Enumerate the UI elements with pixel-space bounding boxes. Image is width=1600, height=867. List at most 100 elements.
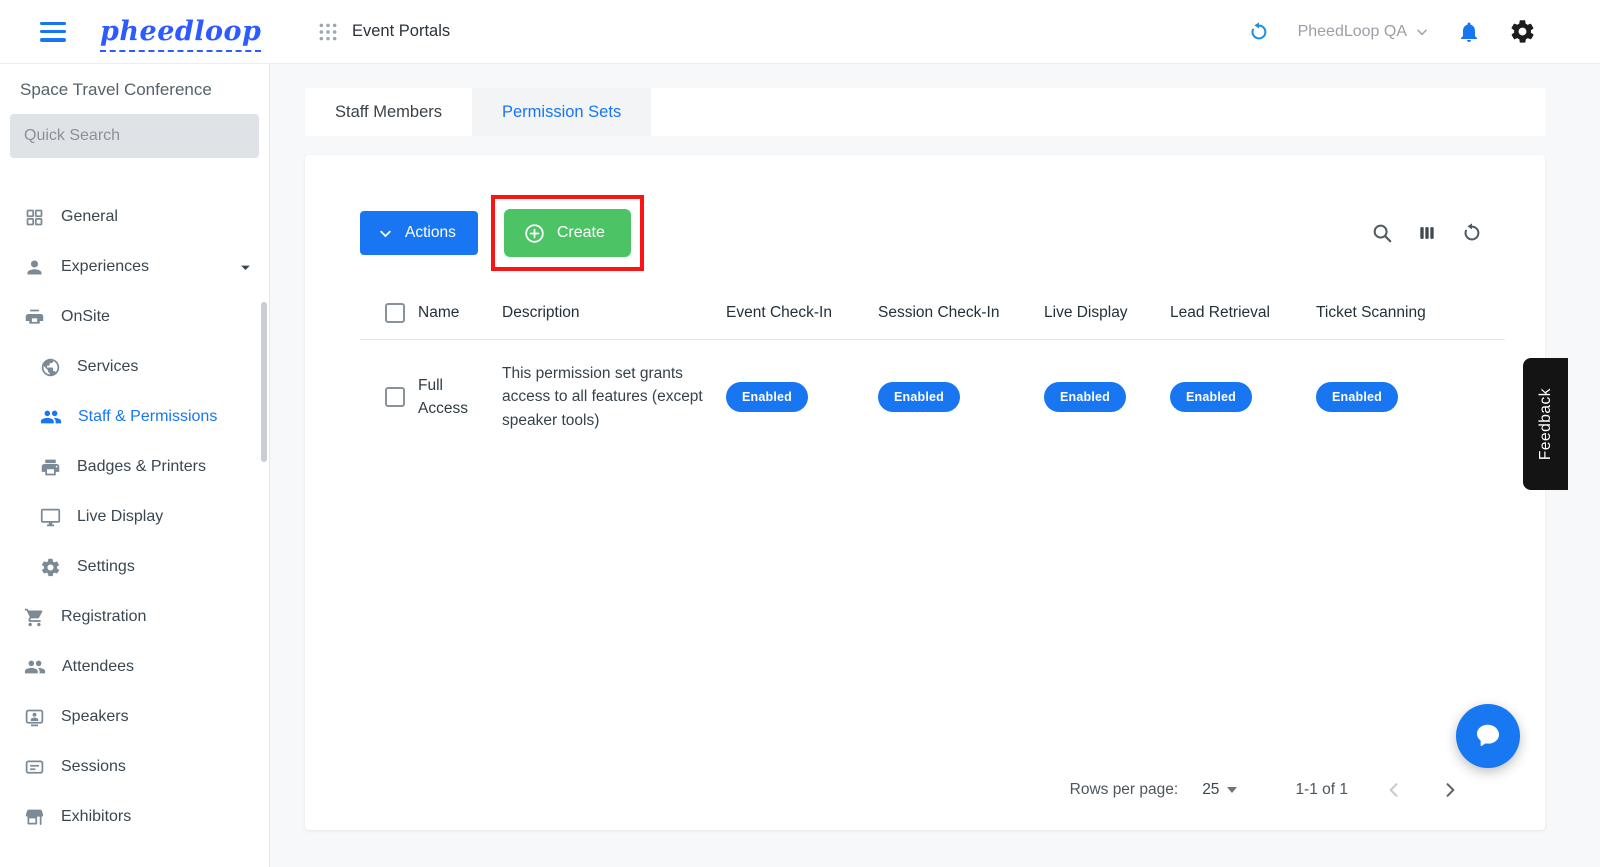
sidebar-item-services[interactable]: Services (0, 342, 269, 392)
sidebar-item-experiences[interactable]: Experiences (0, 242, 269, 292)
column-header-description: Description (502, 304, 580, 321)
feedback-tab[interactable]: Feedback (1523, 358, 1568, 490)
topbar-left: pheedloop (0, 16, 270, 52)
sidebar-item-label: Registration (61, 608, 147, 625)
column-header-ticket-scanning: Ticket Scanning (1316, 304, 1426, 321)
dropdown-caret-icon (1227, 787, 1238, 793)
plus-circle-icon (525, 223, 544, 243)
sidebar-item-label: Staff & Permissions (78, 408, 218, 425)
status-badge-ticket-scanning: Enabled (1316, 381, 1399, 412)
people-icon (24, 660, 46, 674)
sidebar-item-sessions[interactable]: Sessions (0, 742, 269, 792)
chevron-down-icon (1417, 29, 1427, 35)
settings-gear-icon[interactable] (1509, 18, 1536, 45)
printer-icon (41, 459, 60, 475)
sidebar-menu: General Experiences OnSite Services Staf… (0, 192, 269, 842)
toolbar: Actions Create (360, 195, 1483, 271)
chat-launcher-button[interactable] (1456, 704, 1520, 768)
page-title: Event Portals (352, 22, 451, 40)
columns-icon[interactable] (1417, 223, 1437, 243)
apps-grid-icon[interactable] (318, 22, 338, 42)
sidebar-item-label: Attendees (62, 658, 135, 675)
main-content: Staff Members Permission Sets Actions Cr… (270, 64, 1600, 867)
status-badge-session-check-in: Enabled (878, 381, 961, 412)
sync-refresh-icon[interactable] (1248, 21, 1270, 43)
table-header: Name Description Event Check-In Session … (360, 303, 1505, 340)
sidebar: Space Travel Conference General Experien… (0, 64, 270, 867)
rows-per-page-value: 25 (1202, 781, 1220, 798)
app-logo-text: pheedloop (100, 16, 262, 52)
presentation-icon (25, 760, 44, 774)
create-button-label: Create (556, 224, 605, 241)
sidebar-item-exhibitors[interactable]: Exhibitors (0, 792, 269, 842)
sidebar-item-speakers[interactable]: Speakers (0, 692, 269, 742)
tab-label: Permission Sets (501, 102, 622, 121)
sidebar-item-badges-printers[interactable]: Badges & Printers (0, 442, 269, 492)
tab-staff-members[interactable]: Staff Members (305, 88, 472, 136)
quick-search-box[interactable] (10, 114, 259, 158)
chevron-left-icon (1389, 783, 1398, 797)
previous-page-button[interactable] (1384, 780, 1404, 800)
sidebar-item-label: General (61, 208, 118, 225)
refresh-icon[interactable] (1461, 222, 1483, 244)
status-badge-lead-retrieval: Enabled (1170, 381, 1253, 412)
status-badge-event-check-in: Enabled (726, 381, 809, 412)
chat-bubble-icon (1477, 724, 1499, 747)
status-badge-live-display: Enabled (1044, 381, 1127, 412)
sidebar-item-live-display[interactable]: Live Display (0, 492, 269, 542)
row-description: This permission set grants access to all… (502, 365, 703, 429)
actions-button[interactable]: Actions (360, 211, 478, 255)
sidebar-item-label: Live Display (77, 508, 164, 525)
pagination-bar: Rows per page: 25 1-1 of 1 (305, 780, 1545, 830)
sidebar-item-registration[interactable]: Registration (0, 592, 269, 642)
row-name: Full Access (418, 376, 468, 417)
sidebar-item-attendees[interactable]: Attendees (0, 642, 269, 692)
account-menu[interactable]: PheedLoop QA (1298, 23, 1429, 41)
tab-permission-sets[interactable]: Permission Sets (471, 88, 652, 136)
chevron-down-icon (380, 230, 391, 237)
chevron-down-icon[interactable] (238, 260, 253, 275)
column-header-name: Name (418, 304, 460, 321)
storefront-icon (25, 809, 44, 825)
topbar: pheedloop Event Portals PheedLoop QA (0, 0, 1600, 64)
grid-icon (26, 209, 43, 225)
sidebar-item-settings[interactable]: Settings (0, 542, 269, 592)
column-header-lead-retrieval: Lead Retrieval (1170, 304, 1270, 321)
sidebar-item-label: Experiences (61, 258, 150, 275)
sidebar-item-label: Sessions (61, 758, 126, 775)
sidebar-item-staff-permissions[interactable]: Staff & Permissions (0, 392, 269, 442)
sidebar-item-onsite[interactable]: OnSite (0, 292, 269, 342)
sidebar-scrollbar[interactable] (261, 302, 267, 462)
rows-per-page-select[interactable]: 25 (1202, 781, 1238, 799)
column-header-live-display: Live Display (1044, 304, 1128, 321)
quick-search-input[interactable] (24, 127, 231, 145)
permission-sets-panel: Actions Create Name Description Event Ch… (305, 155, 1545, 830)
tab-label: Staff Members (335, 102, 442, 121)
notifications-bell-icon[interactable] (1457, 20, 1481, 44)
next-page-button[interactable] (1440, 780, 1460, 800)
sidebar-item-general[interactable]: General (0, 192, 269, 242)
create-button[interactable]: Create (503, 209, 631, 257)
sidebar-item-label: OnSite (61, 308, 110, 325)
sidebar-item-label: Badges & Printers (77, 458, 206, 475)
table-tools (1371, 222, 1483, 244)
chevron-right-icon (1446, 783, 1455, 797)
event-name: Space Travel Conference (20, 80, 212, 99)
rows-per-page-label: Rows per page: (1069, 781, 1179, 798)
row-checkbox[interactable] (385, 386, 405, 407)
create-button-wrapper: Create (490, 195, 644, 271)
select-all-checkbox[interactable] (385, 303, 405, 323)
sidebar-item-label: Speakers (61, 708, 129, 725)
search-icon[interactable] (1371, 222, 1393, 244)
app-logo[interactable]: pheedloop (100, 16, 262, 52)
column-header-session-check-in: Session Check-In (878, 304, 1000, 321)
kiosk-icon (25, 309, 44, 324)
cart-icon (24, 608, 43, 626)
person-board-icon (25, 709, 44, 726)
table-row[interactable]: Full Access This permission set grants a… (360, 340, 1505, 454)
hamburger-menu-button[interactable] (40, 21, 66, 42)
account-label: PheedLoop QA (1297, 22, 1407, 40)
column-header-event-check-in: Event Check-In (726, 304, 832, 321)
tab-bar: Staff Members Permission Sets (305, 88, 1545, 136)
globe-icon (41, 358, 60, 376)
